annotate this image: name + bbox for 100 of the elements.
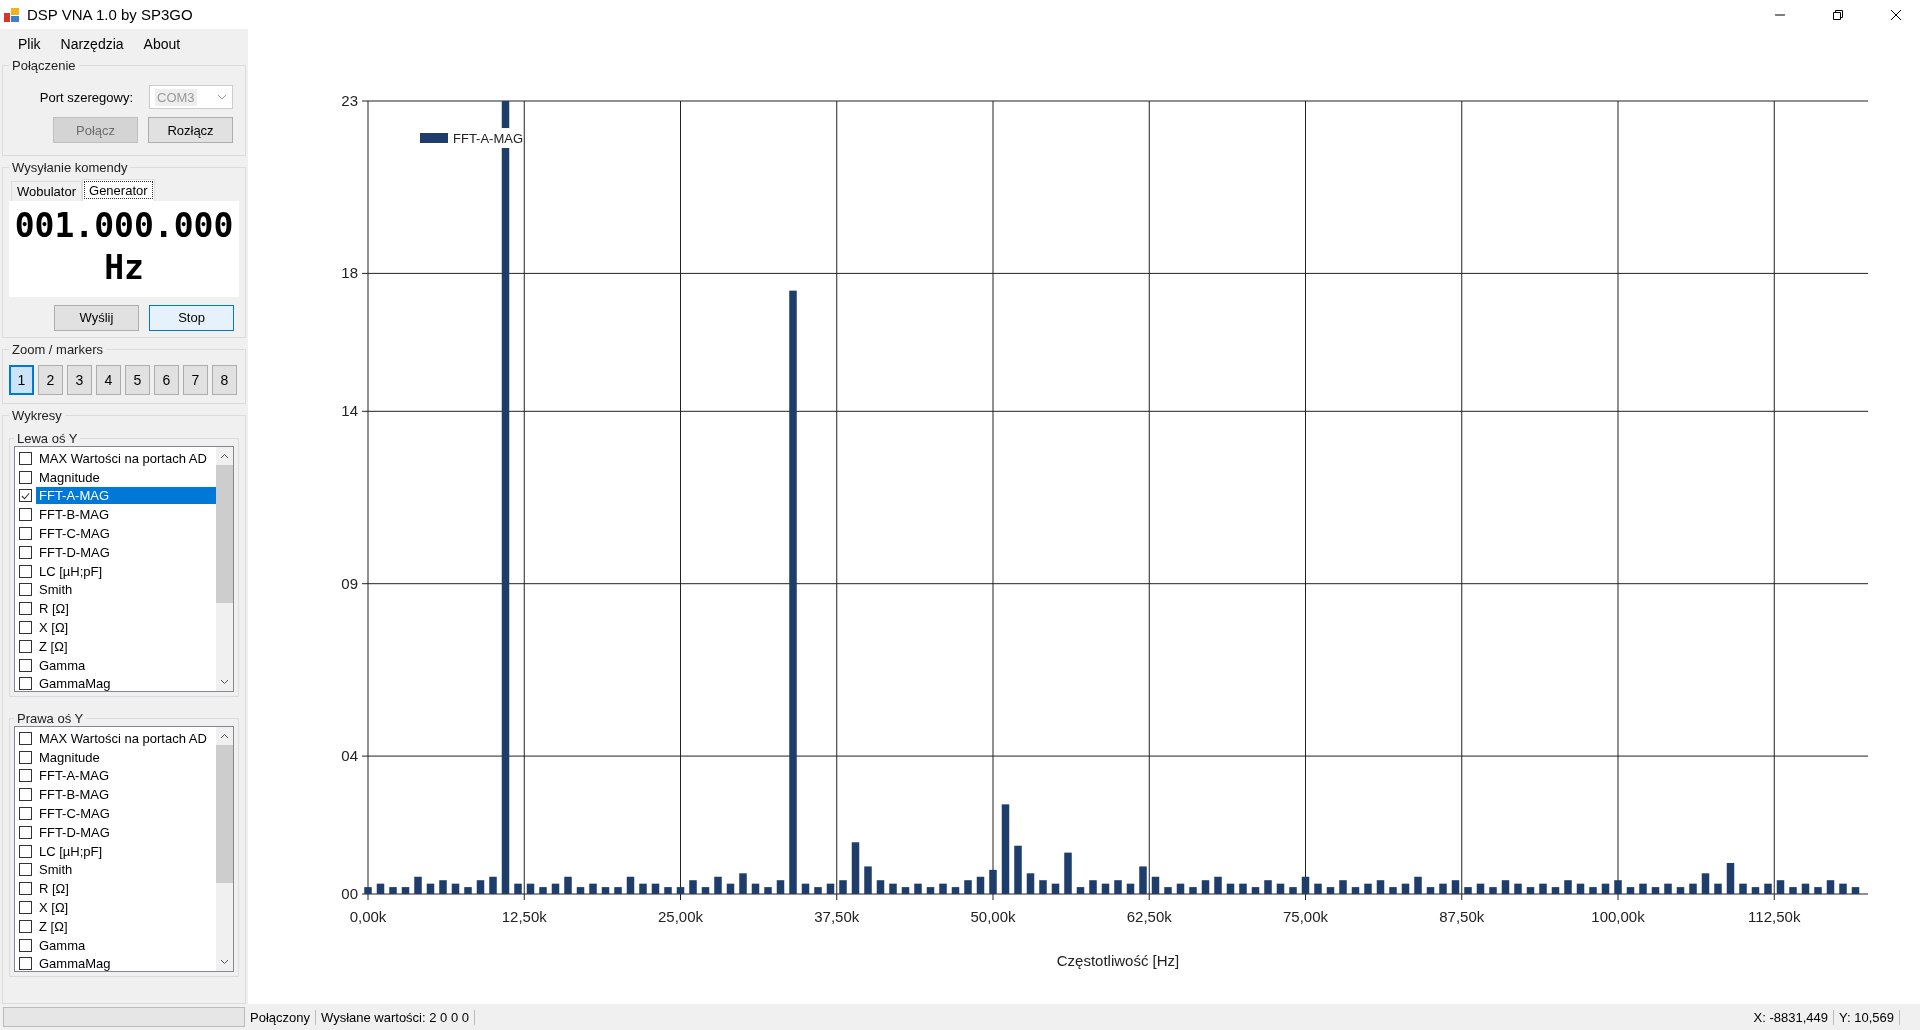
- bar: [476, 880, 485, 894]
- list-item[interactable]: FFT-D-MAG: [36, 823, 216, 841]
- bar: [1364, 883, 1372, 894]
- restore-icon[interactable]: [1832, 8, 1844, 21]
- list-item[interactable]: Magnitude: [36, 468, 216, 486]
- list-item[interactable]: MAX Wartości na portach AD: [36, 729, 216, 747]
- menu-item[interactable]: Plik: [10, 35, 53, 52]
- zoom-button[interactable]: 7: [183, 364, 208, 395]
- bar: [701, 887, 710, 894]
- list-item[interactable]: FFT-A-MAG: [36, 487, 216, 505]
- checkbox[interactable]: [19, 882, 32, 896]
- menu-item[interactable]: Narzędzia: [52, 35, 136, 52]
- x-tick-label: 62,50k: [1126, 908, 1172, 925]
- scroll-up-icon[interactable]: [220, 732, 229, 739]
- zoom-button[interactable]: 8: [212, 364, 237, 395]
- bar: [1289, 887, 1297, 894]
- bar: [1564, 880, 1572, 894]
- bar: [826, 883, 835, 894]
- zoom-button[interactable]: 3: [67, 364, 92, 395]
- zoom-button[interactable]: 6: [154, 364, 179, 395]
- list-item[interactable]: GammaMag: [36, 675, 216, 691]
- bar: [1576, 883, 1585, 894]
- list-item[interactable]: Gamma: [36, 656, 216, 674]
- list-item[interactable]: Z [Ω]: [36, 637, 216, 655]
- list-item[interactable]: Magnitude: [36, 748, 216, 766]
- bar: [451, 883, 460, 894]
- checkbox[interactable]: [19, 545, 32, 559]
- list-item[interactable]: Smith: [36, 581, 216, 599]
- checkbox[interactable]: [19, 639, 32, 653]
- close-icon[interactable]: [1890, 8, 1902, 21]
- list-item[interactable]: Z [Ω]: [36, 917, 216, 935]
- list-item[interactable]: X [Ω]: [36, 618, 216, 636]
- checkbox[interactable]: [19, 731, 32, 745]
- list-item[interactable]: X [Ω]: [36, 898, 216, 916]
- x-tick-label: 25,00k: [658, 908, 703, 925]
- checkbox[interactable]: [19, 451, 32, 465]
- checkbox[interactable]: [19, 863, 32, 877]
- command-button[interactable]: Wyślij: [54, 304, 139, 331]
- list-item[interactable]: MAX Wartości na portach AD: [36, 449, 216, 467]
- bar: [1851, 887, 1860, 894]
- connection-button[interactable]: Rozłącz: [148, 117, 233, 143]
- list-item[interactable]: FFT-C-MAG: [36, 524, 216, 542]
- bar: [839, 880, 847, 894]
- list-item[interactable]: FFT-B-MAG: [36, 786, 216, 804]
- list-item[interactable]: R [Ω]: [36, 880, 216, 898]
- list-item[interactable]: FFT-D-MAG: [36, 543, 216, 561]
- checkbox[interactable]: [19, 620, 32, 634]
- bar: [1714, 883, 1722, 894]
- bar: [976, 876, 985, 894]
- checkbox[interactable]: [19, 564, 32, 578]
- zoom-button[interactable]: 2: [38, 364, 63, 395]
- list-item[interactable]: LC [µH;pF]: [36, 842, 216, 860]
- bar: [589, 883, 597, 894]
- frequency-unit: Hz: [104, 248, 144, 287]
- checkbox[interactable]: [19, 470, 32, 484]
- checkbox[interactable]: [19, 806, 32, 820]
- list-item[interactable]: Gamma: [36, 936, 216, 954]
- checkbox[interactable]: [19, 844, 32, 858]
- bar: [1176, 883, 1185, 894]
- checkbox[interactable]: [19, 769, 32, 783]
- zoom-button[interactable]: 1: [9, 364, 34, 395]
- list-item[interactable]: FFT-C-MAG: [36, 804, 216, 822]
- checkbox[interactable]: [19, 583, 32, 597]
- checkbox[interactable]: [19, 788, 32, 802]
- list-item[interactable]: Smith: [36, 861, 216, 879]
- menu-item[interactable]: About: [135, 35, 193, 52]
- checkbox[interactable]: [19, 825, 32, 839]
- checkbox[interactable]: [19, 489, 32, 503]
- checkbox[interactable]: [19, 677, 32, 691]
- tab[interactable]: Wobulator: [11, 181, 82, 201]
- checkbox[interactable]: [19, 919, 32, 933]
- zoom-button[interactable]: 4: [96, 364, 121, 395]
- scrollbar[interactable]: [216, 446, 233, 691]
- tab[interactable]: Generator: [82, 179, 155, 201]
- checkbox[interactable]: [19, 526, 32, 540]
- scroll-up-icon[interactable]: [220, 452, 229, 459]
- bar: [1239, 883, 1247, 894]
- list-item[interactable]: LC [µH;pF]: [36, 562, 216, 580]
- bar: [489, 876, 497, 894]
- command-button[interactable]: Stop: [149, 304, 234, 331]
- checkbox[interactable]: [19, 750, 32, 764]
- scroll-down-icon[interactable]: [220, 678, 229, 685]
- bar: [1614, 880, 1622, 894]
- x-tick-label: 37,50k: [814, 908, 860, 925]
- list-item[interactable]: FFT-A-MAG: [36, 767, 216, 785]
- scroll-down-icon[interactable]: [220, 958, 229, 965]
- list-item[interactable]: FFT-B-MAG: [36, 506, 216, 524]
- list-item[interactable]: R [Ω]: [36, 600, 216, 618]
- bar: [1301, 876, 1310, 894]
- zoom-button[interactable]: 5: [125, 364, 150, 395]
- checkbox[interactable]: [19, 508, 32, 522]
- scrollbar[interactable]: [216, 726, 233, 971]
- checkbox[interactable]: [19, 938, 32, 952]
- checkbox[interactable]: [19, 602, 32, 616]
- list-item[interactable]: GammaMag: [36, 955, 216, 971]
- checkbox[interactable]: [19, 900, 32, 914]
- checkbox[interactable]: [19, 957, 32, 971]
- bar: [539, 887, 547, 894]
- checkbox[interactable]: [19, 658, 32, 672]
- bar: [1776, 880, 1785, 894]
